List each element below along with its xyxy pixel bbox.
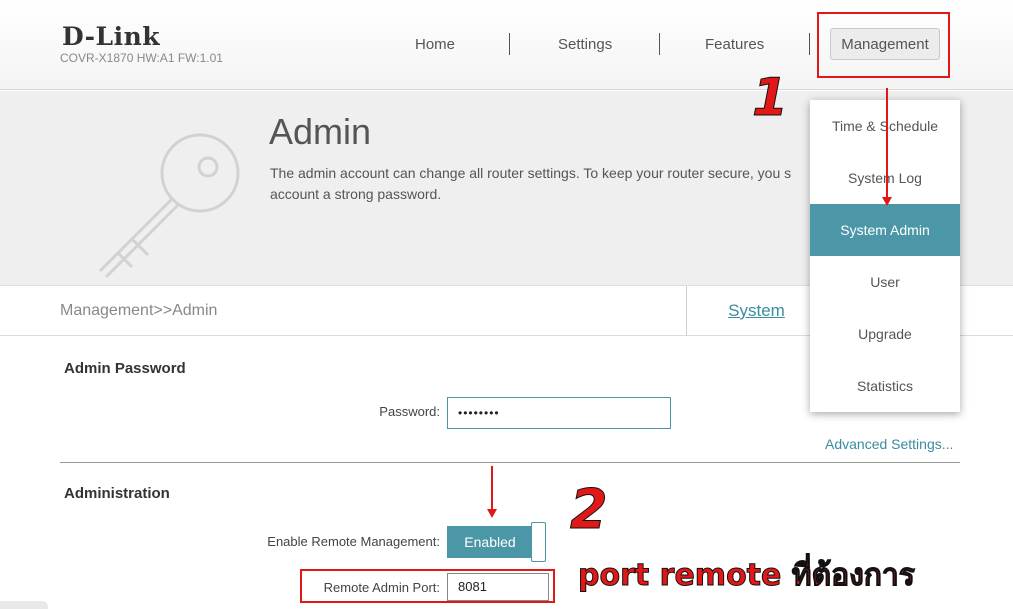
menu-item-user[interactable]: User (810, 256, 960, 308)
nav-separator (809, 33, 810, 55)
annotation-arrow-1 (886, 88, 888, 198)
device-model: COVR-X1870 HW:A1 FW:1.01 (60, 51, 223, 65)
annotation-step-1: 1 (751, 68, 789, 129)
toggle-enabled-label: Enabled (447, 526, 533, 558)
annotation-arrow-2 (491, 466, 493, 510)
nav-separator (509, 33, 510, 55)
remote-management-label: Enable Remote Management: (267, 534, 440, 549)
menu-item-statistics[interactable]: Statistics (810, 360, 960, 412)
password-input[interactable]: •••••••• (447, 397, 671, 429)
menu-item-upgrade[interactable]: Upgrade (810, 308, 960, 360)
nav-home[interactable]: Home (415, 36, 455, 53)
admin-password-title: Admin Password (64, 360, 186, 377)
annotation-highlight-port (300, 569, 555, 603)
annotation-note: port remote ที่ต้องการ (578, 558, 916, 594)
management-dropdown-menu: Time & Schedule System Log System Admin … (810, 100, 960, 412)
annotation-arrow-head (882, 197, 892, 206)
key-icon (98, 133, 240, 279)
password-label: Password: (379, 404, 440, 419)
router-admin-page: D-Link COVR-X1870 HW:A1 FW:1.01 Home Set… (0, 0, 1013, 609)
page-description: The admin account can change all router … (270, 165, 792, 202)
tab-system[interactable]: System (686, 286, 826, 336)
toggle-knob[interactable] (531, 522, 546, 562)
menu-item-system-admin[interactable]: System Admin (810, 204, 960, 256)
nav-separator (659, 33, 660, 55)
tab-system-label: System (728, 301, 785, 320)
administration-title: Administration (64, 485, 170, 502)
nav-settings[interactable]: Settings (558, 36, 612, 53)
section-divider (60, 462, 960, 463)
annotation-highlight-management (817, 12, 950, 78)
dlink-logo: D-Link (62, 22, 161, 51)
annotation-step-2: 2 (570, 478, 609, 542)
menu-item-time-schedule[interactable]: Time & Schedule (810, 100, 960, 152)
breadcrumb: Management>>Admin (60, 302, 218, 319)
remote-management-toggle[interactable]: Enabled (447, 522, 547, 562)
page-title: Admin (269, 111, 372, 152)
advanced-settings-link[interactable]: Advanced Settings... (825, 436, 953, 452)
nav-features[interactable]: Features (705, 36, 764, 53)
corner-tab (0, 601, 48, 609)
annotation-arrow-head (487, 509, 497, 518)
